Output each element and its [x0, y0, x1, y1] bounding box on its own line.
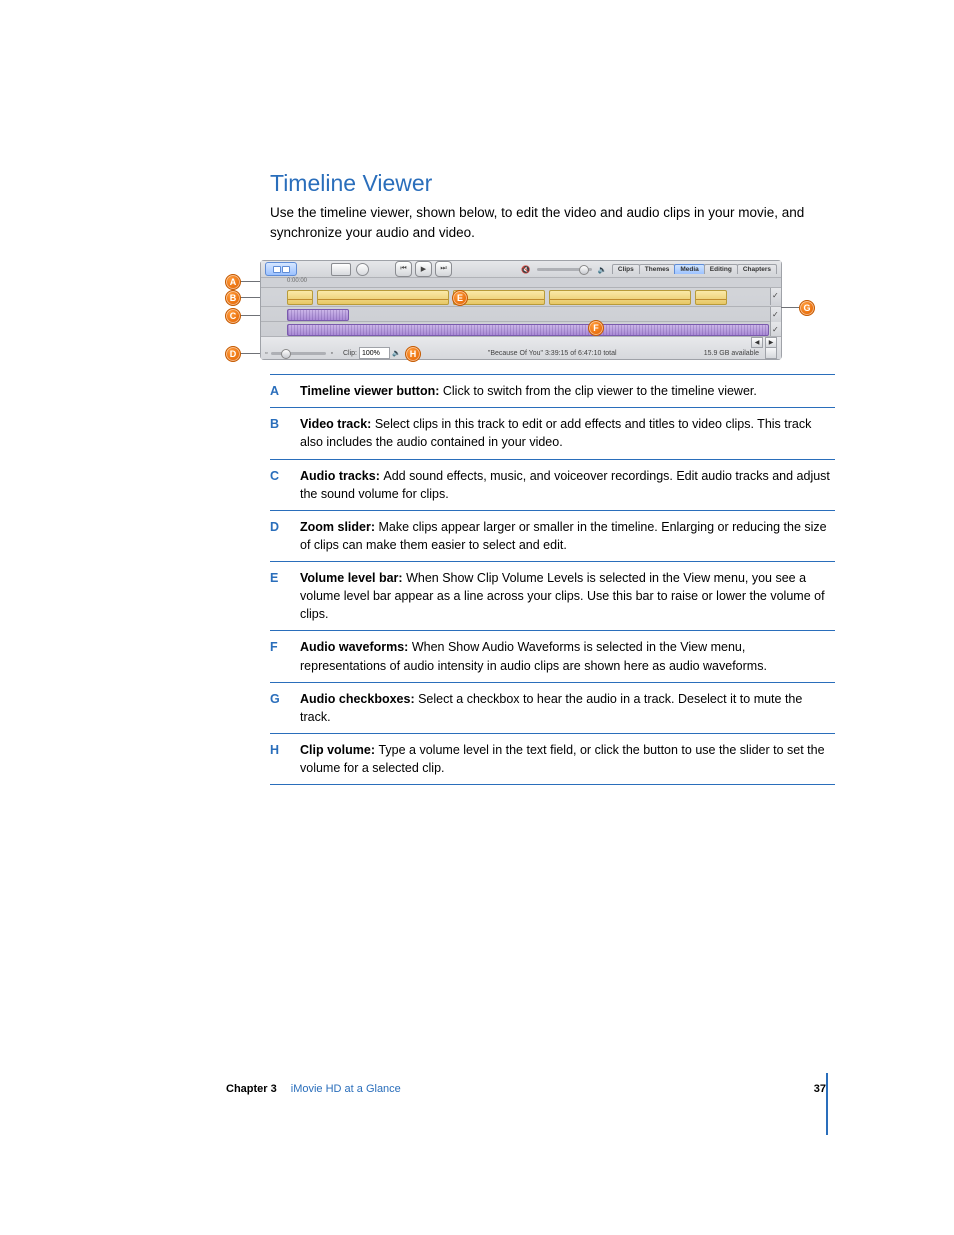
scroll-right-button[interactable]: ▶	[765, 337, 777, 348]
footer-chapter: Chapter 3	[226, 1083, 277, 1095]
legend-row: DZoom slider: Make clips appear larger o…	[270, 510, 835, 561]
legend-letter: F	[270, 631, 300, 682]
legend-row: EVolume level bar: When Show Clip Volume…	[270, 562, 835, 631]
zoom-slider[interactable]	[271, 352, 326, 355]
legend-description: Zoom slider: Make clips appear larger or…	[300, 510, 835, 561]
legend-letter: B	[270, 408, 300, 459]
callout-h: H	[405, 346, 421, 362]
callout-c: C	[225, 308, 241, 324]
status-text: "Because Of You" 3:39:15 of 6:47:10 tota…	[401, 350, 704, 357]
zoom-in-icon: ▫	[330, 350, 332, 357]
scroll-left-button[interactable]: ◀	[751, 337, 763, 348]
legend-row: BVideo track: Select clips in this track…	[270, 408, 835, 459]
speaker-off-icon: 🔇	[521, 265, 530, 274]
zoom-control: ▫ ▫	[265, 350, 333, 357]
section-heading: Timeline Viewer	[270, 170, 824, 197]
zoom-out-icon: ▫	[265, 350, 267, 357]
tab-clips[interactable]: Clips	[612, 264, 640, 274]
rewind-button[interactable]: ⏮	[395, 261, 412, 277]
intro-paragraph: Use the timeline viewer, shown below, to…	[270, 203, 824, 242]
forward-button[interactable]: ⏭	[435, 261, 452, 277]
audio-track-2[interactable]	[261, 322, 781, 337]
storage-text: 15.9 GB available	[704, 350, 759, 357]
master-volume-slider[interactable]	[537, 268, 592, 271]
panel-tabs: Clips Themes Media Editing Chapters	[613, 264, 777, 274]
legend-letter: E	[270, 562, 300, 631]
tab-chapters[interactable]: Chapters	[737, 264, 777, 274]
callout-e: E	[452, 290, 468, 306]
clip-volume-field[interactable]	[359, 347, 390, 359]
legend-letter: G	[270, 682, 300, 733]
video-track[interactable]	[261, 288, 781, 307]
footer-chapter-name: iMovie HD at a Glance	[291, 1083, 401, 1095]
audio-track-1[interactable]	[261, 307, 781, 322]
play-button[interactable]: ▶	[415, 261, 432, 277]
legend-letter: D	[270, 510, 300, 561]
timeline-bottom-bar: ◀ ▶ ▫ ▫ Clip: 🔈 "Because Of You" 3:39:15…	[261, 336, 781, 359]
legend-row: FAudio waveforms: When Show Audio Wavefo…	[270, 631, 835, 682]
legend-row: ATimeline viewer button: Click to switch…	[270, 375, 835, 408]
speaker-icon: 🔈	[598, 265, 607, 274]
timeline-panel: ⏮ ▶ ⏭ 🔇 🔈 Clips Themes Media Editing Cha…	[260, 260, 782, 360]
tab-editing[interactable]: Editing	[704, 264, 738, 274]
tab-media[interactable]: Media	[674, 264, 704, 274]
clip-volume-speaker-icon[interactable]: 🔈	[392, 349, 401, 357]
legend-description: Clip volume: Type a volume level in the …	[300, 733, 835, 784]
camera-mode-icon[interactable]	[331, 263, 351, 276]
legend-description: Audio waveforms: When Show Audio Wavefor…	[300, 631, 835, 682]
trash-icon[interactable]	[765, 347, 777, 359]
legend-description: Volume level bar: When Show Clip Volume …	[300, 562, 835, 631]
tab-themes[interactable]: Themes	[639, 264, 676, 274]
legend-description: Audio tracks: Add sound effects, music, …	[300, 459, 835, 510]
timeline-viewer-button[interactable]	[265, 262, 297, 276]
footer-page-number: 37	[814, 1083, 826, 1095]
legend-description: Video track: Select clips in this track …	[300, 408, 835, 459]
legend-letter: A	[270, 375, 300, 408]
legend-description: Audio checkboxes: Select a checkbox to h…	[300, 682, 835, 733]
video-track-checkbox[interactable]	[770, 288, 781, 305]
legend-row: GAudio checkboxes: Select a checkbox to …	[270, 682, 835, 733]
timeline-figure: ⏮ ▶ ⏭ 🔇 🔈 Clips Themes Media Editing Cha…	[225, 260, 813, 360]
callout-f: F	[588, 320, 604, 336]
callout-a: A	[225, 274, 241, 290]
legend-row: HClip volume: Type a volume level in the…	[270, 733, 835, 784]
legend-row: CAudio tracks: Add sound effects, music,…	[270, 459, 835, 510]
time-ruler: 0:00:00	[261, 278, 781, 288]
callout-g: G	[799, 300, 815, 316]
footer-rule	[826, 1073, 828, 1135]
scissors-icon[interactable]	[356, 263, 369, 276]
legend-description: Timeline viewer button: Click to switch …	[300, 375, 835, 408]
callout-d: D	[225, 346, 241, 362]
clip-volume-label: Clip:	[343, 350, 357, 357]
callout-b: B	[225, 290, 241, 306]
legend-letter: C	[270, 459, 300, 510]
timeline-toolbar: ⏮ ▶ ⏭ 🔇 🔈 Clips Themes Media Editing Cha…	[261, 261, 781, 278]
legend-letter: H	[270, 733, 300, 784]
callout-legend-table: ATimeline viewer button: Click to switch…	[270, 374, 835, 785]
page-footer: Chapter 3 iMovie HD at a Glance 37	[226, 1083, 826, 1095]
